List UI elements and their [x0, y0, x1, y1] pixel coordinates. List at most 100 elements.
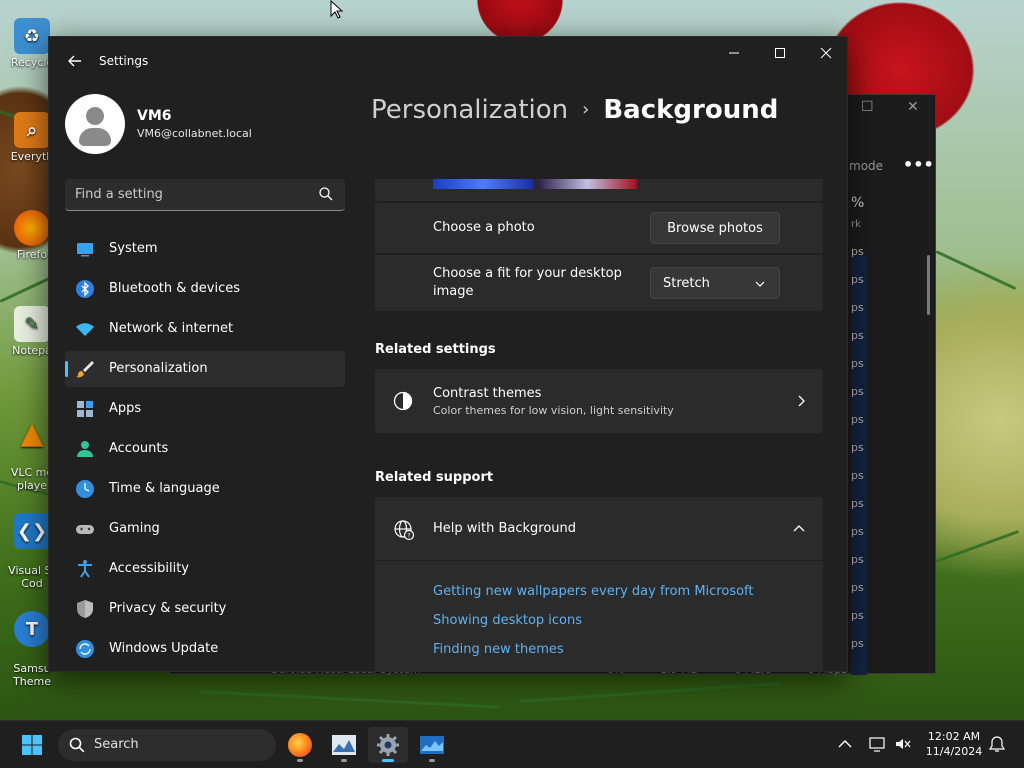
accounts-icon	[77, 441, 93, 457]
recycle-bin-icon: ♻	[14, 18, 50, 54]
network-status-icon[interactable]	[868, 735, 886, 753]
sidebar-item-label: Gaming	[109, 521, 160, 536]
windows-update-icon	[76, 640, 94, 658]
more-options-icon[interactable]: •••	[903, 155, 934, 174]
search-input[interactable]	[65, 179, 305, 209]
help-link-new-themes[interactable]: Finding new themes	[433, 642, 564, 657]
taskbar-app-firefox[interactable]	[280, 727, 320, 763]
chevron-up-icon[interactable]	[836, 735, 854, 753]
breadcrumb: Personalization › Background	[371, 95, 778, 125]
user-email: VM6@collabnet.local	[137, 127, 252, 140]
sidebar-item-bluetooth[interactable]: Bluetooth & devices	[65, 271, 345, 307]
svg-text:?: ?	[407, 532, 410, 540]
sidebar-item-accounts[interactable]: Accounts	[65, 431, 345, 467]
taskbar-app-monitor[interactable]	[412, 727, 452, 763]
sidebar-item-system[interactable]: System	[65, 231, 345, 267]
taskbar-app-task-manager[interactable]	[324, 727, 364, 763]
sidebar-item-privacy[interactable]: Privacy & security	[65, 591, 345, 627]
background-preview-card	[375, 179, 823, 201]
everything-icon: ⌕	[14, 112, 50, 148]
taskbar-search[interactable]: Search	[58, 729, 276, 761]
choose-photo-label: Choose a photo	[433, 220, 535, 235]
chevron-right-icon	[798, 395, 805, 407]
sidebar-item-label: Windows Update	[109, 641, 219, 656]
recent-image-thumbnail[interactable]	[537, 179, 637, 189]
sidebar-item-windows-update[interactable]: Windows Update	[65, 631, 345, 667]
network-cell: ps	[851, 357, 864, 370]
recent-image-thumbnail[interactable]	[433, 179, 533, 189]
notification-bell-icon[interactable]	[988, 735, 1006, 753]
sidebar-item-label: Time & language	[109, 481, 220, 496]
breadcrumb-parent[interactable]: Personalization	[371, 95, 568, 125]
pine-needle	[935, 529, 1020, 563]
sidebar-item-time-language[interactable]: Time & language	[65, 471, 345, 507]
find-setting-box[interactable]	[65, 179, 345, 211]
help-title: Help with Background	[433, 521, 577, 536]
gaming-icon	[76, 525, 94, 534]
search-icon[interactable]	[317, 185, 335, 203]
scrollbar-thumb[interactable]	[927, 255, 930, 315]
minimize-button[interactable]	[711, 37, 757, 69]
clock-date: 11/4/2024	[925, 745, 983, 758]
sidebar-item-label: System	[109, 241, 158, 256]
shield-icon	[77, 600, 93, 618]
close-icon	[820, 47, 832, 59]
sidebar-item-accessibility[interactable]: Accessibility	[65, 551, 345, 587]
avatar-body	[79, 128, 111, 146]
accessibility-icon	[78, 560, 92, 578]
network-cell: ps	[851, 385, 864, 398]
back-arrow-icon[interactable]	[65, 51, 85, 71]
notepad-icon: ✎	[14, 306, 50, 342]
pine-needle	[519, 681, 780, 703]
clock-time: 12:02 AM	[927, 730, 981, 743]
breadcrumb-separator: ›	[582, 99, 590, 120]
fit-dropdown[interactable]: Stretch	[650, 267, 780, 299]
network-cell: ps	[851, 525, 864, 538]
sidebar-item-personalization[interactable]: Personalization	[65, 351, 345, 387]
sidebar-item-apps[interactable]: Apps	[65, 391, 345, 427]
maximize-button[interactable]	[757, 37, 803, 69]
related-support-heading: Related support	[375, 470, 494, 485]
start-button[interactable]	[12, 727, 52, 763]
page-title: Background	[603, 95, 779, 125]
network-cell: ps	[851, 245, 864, 258]
windows-logo-icon	[22, 735, 42, 755]
volume-muted-icon[interactable]	[894, 735, 912, 753]
help-link-new-wallpapers[interactable]: Getting new wallpapers every day from Mi…	[433, 584, 754, 599]
contrast-themes-link[interactable]: Contrast themes Color themes for low vis…	[375, 369, 823, 433]
resource-monitor-icon	[420, 736, 444, 754]
partial-text-mode: mode	[849, 159, 884, 173]
mouse-cursor-icon	[330, 0, 344, 19]
gear-icon	[377, 734, 399, 756]
help-link-desktop-icons[interactable]: Showing desktop icons	[433, 613, 582, 628]
sidebar-item-label: Accounts	[109, 441, 169, 456]
globe-help-icon: ?	[394, 520, 415, 541]
help-expander-header[interactable]: ? Help with Background	[375, 497, 823, 561]
clock[interactable]: 12:02 AM 11/4/2024	[918, 729, 990, 759]
bluetooth-icon	[76, 280, 94, 298]
browse-photos-button[interactable]: Browse photos	[650, 212, 780, 244]
apps-icon	[77, 401, 93, 417]
search-icon	[69, 737, 85, 753]
close-button[interactable]	[803, 37, 847, 69]
title-bar[interactable]: Settings	[49, 37, 847, 85]
choose-fit-label: Choose a fit for your desktop image	[433, 266, 622, 299]
vscode-icon: ❮❯	[14, 513, 50, 549]
sidebar-item-gaming[interactable]: Gaming	[65, 511, 345, 547]
network-cell: ps	[851, 553, 864, 566]
close-icon[interactable]: ✕	[907, 99, 919, 115]
network-cell: ps	[851, 301, 864, 314]
sidebar-item-network[interactable]: Network & internet	[65, 311, 345, 347]
related-settings-heading: Related settings	[375, 342, 496, 357]
taskbar-app-settings[interactable]	[368, 727, 408, 763]
running-indicator	[297, 759, 303, 762]
pine-needle	[199, 690, 500, 709]
settings-window[interactable]: Settings VM6 VM6@collabnet.local System	[48, 36, 848, 672]
maximize-icon[interactable]: ☐	[861, 99, 874, 115]
pine-needle	[935, 250, 1017, 291]
avatar[interactable]	[65, 94, 125, 154]
chevron-down-icon	[755, 281, 765, 287]
chevron-up-icon[interactable]	[793, 524, 805, 532]
app-title: Settings	[99, 54, 149, 68]
sidebar-item-label: Accessibility	[109, 561, 189, 576]
